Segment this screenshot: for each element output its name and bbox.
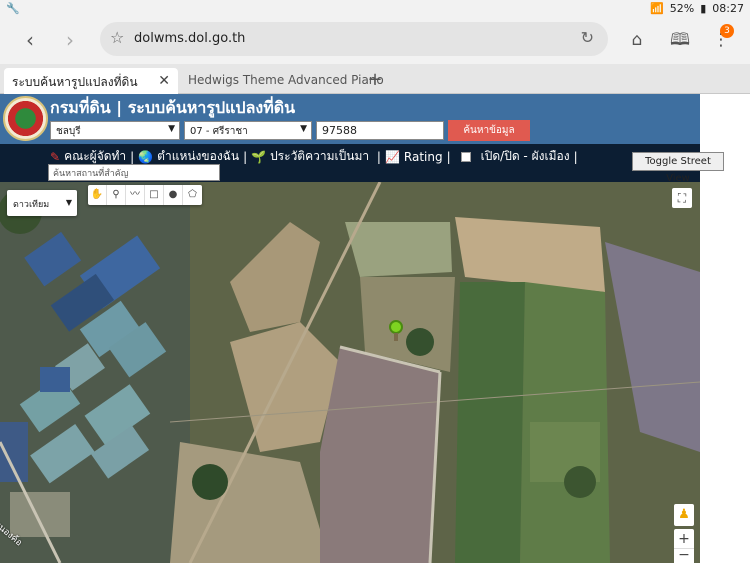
tab-label: ระบบค้นหารูปแปลงที่ดิน	[12, 75, 138, 89]
tab-piano[interactable]: Hedwigs Theme Advanced Piano	[180, 68, 384, 94]
wifi-icon: 📶	[650, 2, 664, 15]
rectangle-icon[interactable]: □	[145, 185, 164, 205]
satellite-map[interactable]: หนองค้อ ดาวเทียม ▼ ✋ ⚲ 〰 □ ● ⬠ ⛶ ♟ + −	[0, 182, 700, 563]
url-text[interactable]: dolwms.dol.go.th	[134, 31, 245, 46]
department-logo	[3, 96, 48, 141]
back-icon[interactable]: ‹	[18, 28, 42, 52]
chevron-down-icon: ▼	[300, 124, 307, 134]
address-bar-row: ‹ › ☆ dolwms.dol.go.th ↻ ⌂ 🕮 ⋮ 3	[0, 18, 750, 64]
district-select[interactable]: 07 - ศรีราชา ▼	[184, 121, 312, 140]
site-header: กรมที่ดิน | ระบบค้นหารูปแปลงที่ดิน ชลบุร…	[0, 94, 700, 144]
city-plan-checkbox[interactable]	[460, 151, 471, 162]
address-bar[interactable]: ☆ dolwms.dol.go.th ↻	[100, 22, 608, 56]
menu-rating[interactable]: Rating	[404, 150, 443, 164]
new-tab-icon[interactable]: +	[360, 68, 390, 94]
home-icon[interactable]: ⌂	[624, 27, 650, 53]
wrench-icon: 🔧	[6, 2, 20, 15]
map-type-value: ดาวเทียม	[13, 200, 50, 210]
polygon-icon[interactable]: ⬠	[183, 185, 202, 205]
map-type-select[interactable]: ดาวเทียม ▼	[7, 190, 77, 216]
map-imagery	[0, 182, 700, 563]
hand-icon[interactable]: ✋	[88, 185, 107, 205]
battery-icon: ▮	[700, 2, 707, 15]
province-select[interactable]: ชลบุรี ▼	[50, 121, 180, 140]
site-toolbar: ✎ คณะผู้จัดทำ | 🌏 ตำแหน่งของฉัน | 🌱 ประว…	[0, 144, 700, 182]
browser-window: 🔧 📶 52% ▮ 08:27 ‹ › ☆ dolwms.dol.go.th ↻…	[0, 0, 750, 563]
search-button[interactable]: ค้นหาข้อมูล	[448, 120, 530, 141]
separator: |	[373, 149, 381, 164]
place-search-input[interactable]: ค้นหาสถานที่สำคัญ	[48, 164, 220, 181]
pegman-icon[interactable]: ♟	[674, 504, 694, 526]
forward-icon[interactable]: ›	[58, 28, 82, 52]
tab-label: Hedwigs Theme Advanced Piano	[188, 73, 384, 87]
location-marker[interactable]	[389, 320, 403, 341]
close-icon[interactable]: ✕	[158, 73, 170, 89]
menu-history[interactable]: ประวัติความเป็นมา	[270, 147, 369, 166]
battery-level: 52%	[669, 2, 695, 15]
district-value: 07 - ศรีราชา	[190, 126, 248, 137]
globe-icon: 🌏	[138, 149, 154, 164]
notification-badge: 3	[720, 24, 734, 38]
zoom-out-button[interactable]: −	[674, 548, 694, 563]
chart-icon: 📈	[384, 149, 400, 164]
clock: 08:27	[712, 2, 744, 15]
chevron-down-icon: ▼	[168, 124, 175, 134]
tab-strip: ระบบค้นหารูปแปลงที่ดิน ✕ Hedwigs Theme A…	[0, 64, 750, 94]
menu-city-plan[interactable]: เปิด/ปิด - ผังเมือง	[481, 147, 570, 166]
separator: |	[446, 149, 451, 164]
pin-icon[interactable]: ⚲	[107, 185, 126, 205]
separator: |	[573, 149, 578, 164]
polyline-icon[interactable]: 〰	[126, 185, 145, 205]
separator: |	[243, 149, 248, 164]
pencil-icon: ✎	[50, 149, 61, 164]
bookmark-star-icon[interactable]: ☆	[110, 28, 124, 47]
province-value: ชลบุรี	[56, 126, 81, 137]
bookmarks-icon[interactable]: 🕮	[667, 27, 693, 53]
zoom-in-button[interactable]: +	[674, 529, 694, 549]
parcel-number-input[interactable]: 97588	[316, 121, 444, 140]
status-right: 📶 52% ▮ 08:27	[650, 2, 744, 15]
separator: |	[130, 149, 135, 164]
circle-icon[interactable]: ●	[164, 185, 183, 205]
status-bar: 🔧 📶 52% ▮ 08:27	[0, 0, 750, 18]
sprout-icon: 🌱	[251, 149, 267, 164]
chevron-down-icon: ▼	[65, 198, 72, 207]
tab-dol[interactable]: ระบบค้นหารูปแปลงที่ดิน ✕	[4, 68, 178, 94]
reload-icon[interactable]: ↻	[581, 28, 594, 47]
street-view-button[interactable]: Toggle Street View	[632, 152, 724, 184]
fullscreen-icon[interactable]: ⛶	[672, 188, 692, 208]
page-title: กรมที่ดิน | ระบบค้นหารูปแปลงที่ดิน	[50, 98, 296, 117]
drawing-toolbar: ✋ ⚲ 〰 □ ● ⬠	[88, 185, 202, 205]
